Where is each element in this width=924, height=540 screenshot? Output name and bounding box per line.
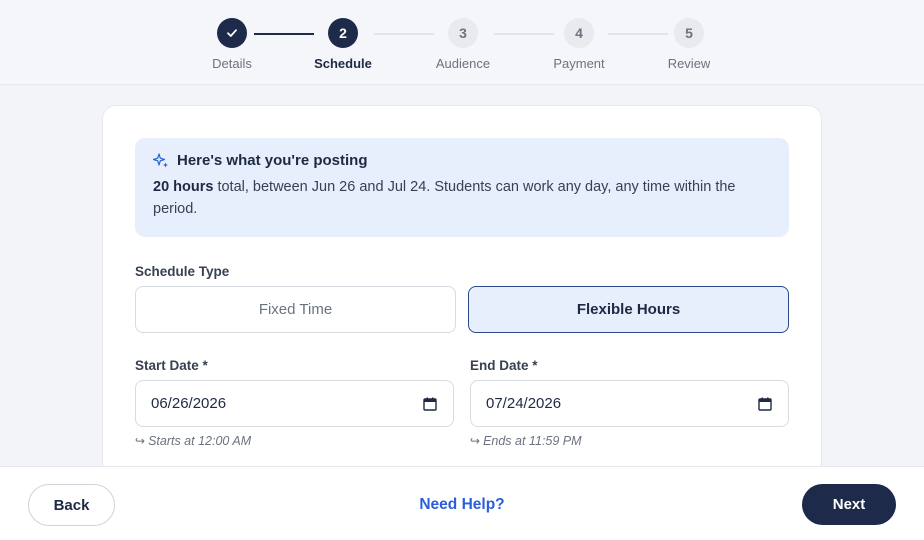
fixed-time-option[interactable]: Fixed Time: [135, 286, 456, 333]
end-date-value: 07/24/2026: [486, 395, 562, 412]
step-number: 2: [328, 18, 358, 48]
checkmark-icon: [217, 18, 247, 48]
schedule-type-label: Schedule Type: [135, 264, 230, 279]
start-date-value: 06/26/2026: [151, 395, 227, 412]
start-date-hint: ↪ Starts at 12:00 AM: [135, 434, 251, 448]
return-arrow-icon: ↪: [470, 434, 481, 448]
calendar-icon[interactable]: [423, 397, 437, 411]
summary-text: 20 hours total, between Jun 26 and Jul 2…: [153, 176, 771, 220]
end-date-input[interactable]: 07/24/2026: [470, 380, 789, 427]
end-hint-text: Ends at 11:59 PM: [483, 434, 582, 448]
step-schedule[interactable]: 2 Schedule: [303, 18, 383, 71]
step-review[interactable]: 5 Review: [649, 18, 729, 71]
footer-bar: Back Need Help? Next: [0, 466, 924, 540]
need-help-link[interactable]: Need Help?: [362, 496, 562, 514]
start-date-label: Start Date *: [135, 358, 208, 373]
summary-detail: total, between Jun 26 and Jul 24. Studen…: [153, 179, 736, 217]
end-date-label: End Date *: [470, 358, 538, 373]
step-label: Schedule: [314, 56, 372, 71]
step-label: Review: [667, 56, 711, 71]
sparkle-icon: [153, 152, 168, 167]
back-button[interactable]: Back: [28, 484, 115, 526]
start-hint-text: Starts at 12:00 AM: [148, 434, 252, 448]
step-number: 3: [448, 18, 478, 48]
step-audience[interactable]: 3 Audience: [423, 18, 503, 71]
start-date-input[interactable]: 06/26/2026: [135, 380, 454, 427]
step-payment[interactable]: 4 Payment: [539, 18, 619, 71]
step-label: Audience: [435, 56, 491, 71]
summary-title: Here's what you're posting: [177, 152, 368, 169]
step-number: 4: [564, 18, 594, 48]
return-arrow-icon: ↪: [135, 434, 146, 448]
step-number: 5: [674, 18, 704, 48]
summary-hours: 20 hours: [153, 179, 214, 195]
schedule-card: Here's what you're posting 20 hours tota…: [102, 105, 822, 485]
posting-summary: Here's what you're posting 20 hours tota…: [135, 138, 789, 237]
next-button[interactable]: Next: [802, 484, 896, 525]
step-label: Details: [212, 56, 252, 71]
progress-stepper: Details 2 Schedule 3 Audience 4 Payment …: [0, 0, 924, 85]
step-details[interactable]: Details: [192, 18, 272, 71]
step-label: Payment: [553, 56, 605, 71]
flexible-hours-option[interactable]: Flexible Hours: [468, 286, 789, 333]
summary-title-row: Here's what you're posting: [153, 152, 771, 169]
end-date-hint: ↪ Ends at 11:59 PM: [470, 434, 582, 448]
calendar-icon[interactable]: [758, 397, 772, 411]
